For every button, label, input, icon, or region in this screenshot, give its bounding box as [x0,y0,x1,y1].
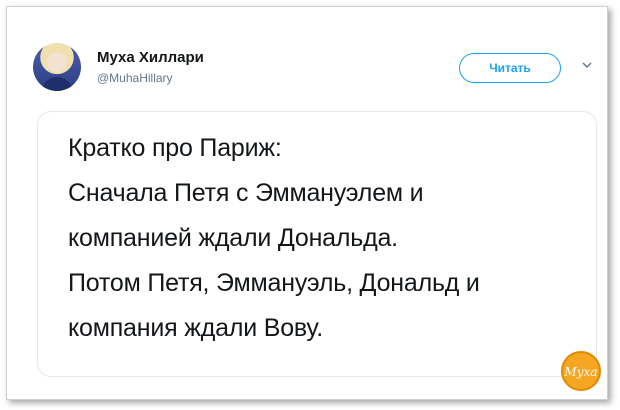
tweet-screenshot-frame: Муха Хиллари @MuhaHillary Читать Кратко … [6,6,608,400]
muha-logo-watermark: Муха [561,351,601,391]
watermark-text: Муха [563,365,597,379]
tweet-text: Кратко про Париж: Сначала Петя с Эммануэ… [68,126,588,351]
author-handle[interactable]: @MuhaHillary [97,71,173,85]
tweet-line: Сначала Петя с Эммануэлем и [68,179,424,207]
tweet-line: Кратко про Париж: [68,134,282,162]
tweet-text-card: Кратко про Париж: Сначала Петя с Эммануэ… [37,111,597,377]
author-name[interactable]: Муха Хиллари [97,49,204,66]
avatar[interactable] [33,43,81,91]
tweet-line: Потом Петя, Эммануэль, Дональд и [68,269,480,297]
tweet-line: компанией ждали Дональда. [68,224,398,252]
avatar-shirt [41,77,73,91]
follow-button[interactable]: Читать [459,53,561,83]
tweet-line: компания ждали Вову. [68,314,323,342]
chevron-down-icon[interactable] [581,59,593,71]
